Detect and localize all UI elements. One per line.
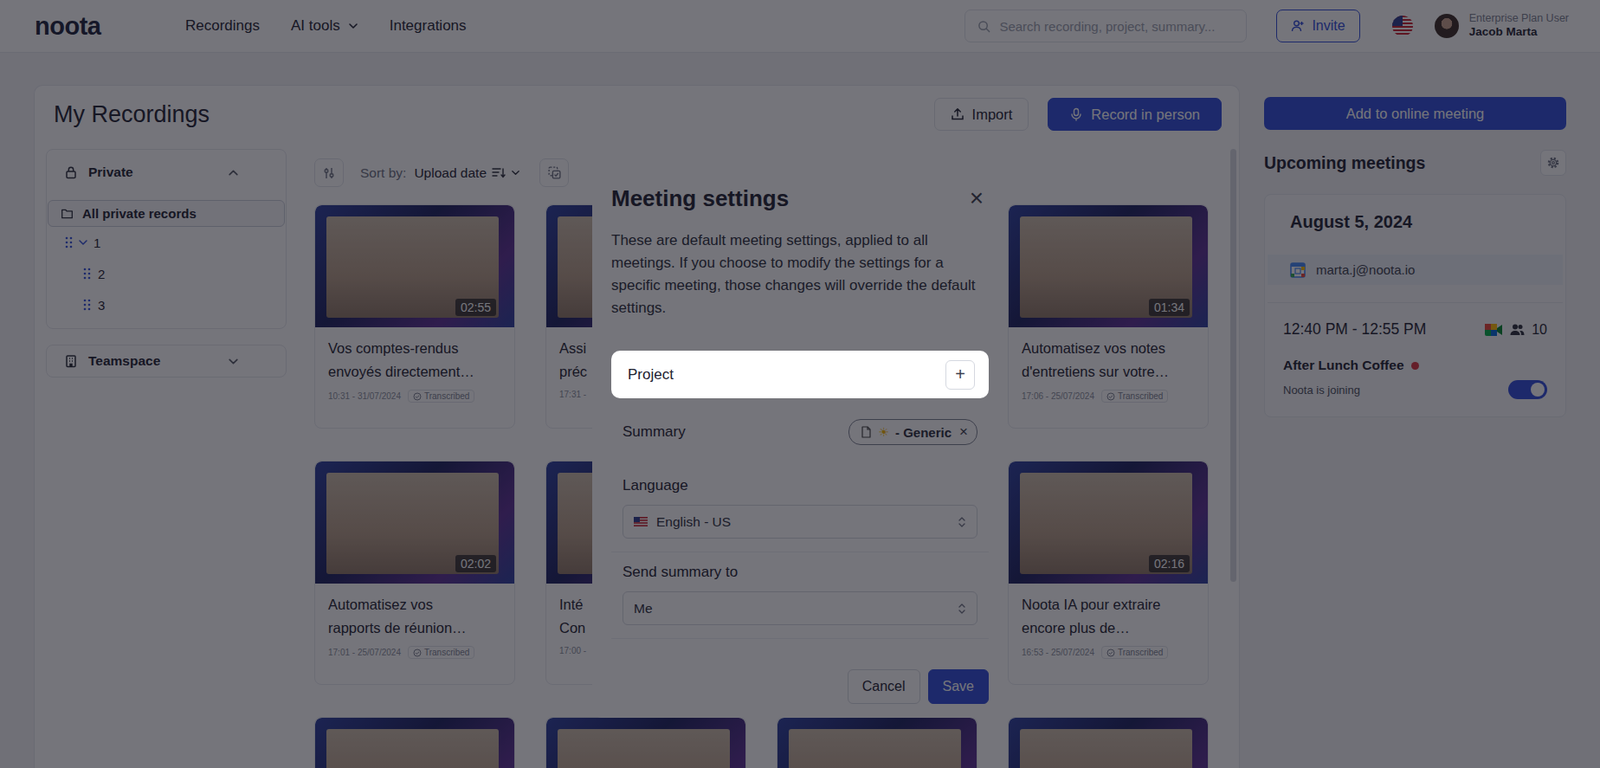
field-label: Project: [627, 366, 674, 384]
add-project-button[interactable]: +: [945, 360, 975, 390]
project-field: Project +: [611, 350, 989, 399]
app: noota Recordings AI tools Integrations S…: [0, 0, 1600, 768]
